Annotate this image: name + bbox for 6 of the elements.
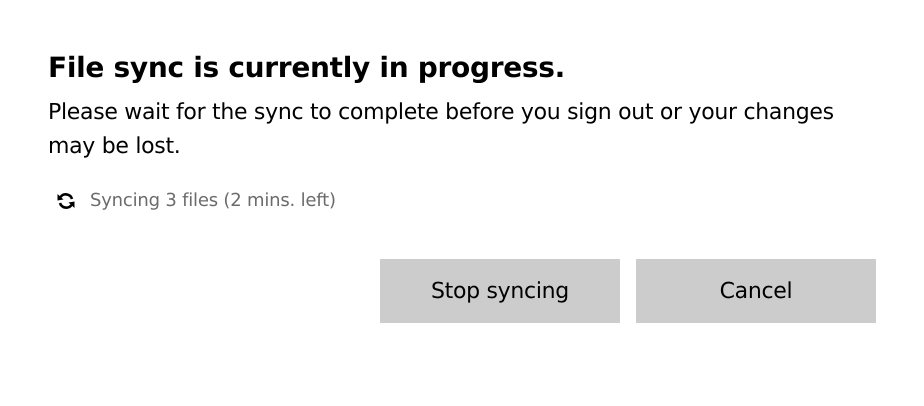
dialog-button[interactable]: Stop syncing xyxy=(380,259,620,323)
sync-status: Syncing 3 files (2 mins. left) xyxy=(90,190,336,211)
dialog-button[interactable]: Cancel xyxy=(636,259,876,323)
dialog-title: File sync is currently in progress. xyxy=(48,50,566,86)
dialog-message: Please wait for the sync to complete before you sign out or your changes may be lost. xyxy=(48,99,835,161)
sync-icon xyxy=(56,190,76,210)
